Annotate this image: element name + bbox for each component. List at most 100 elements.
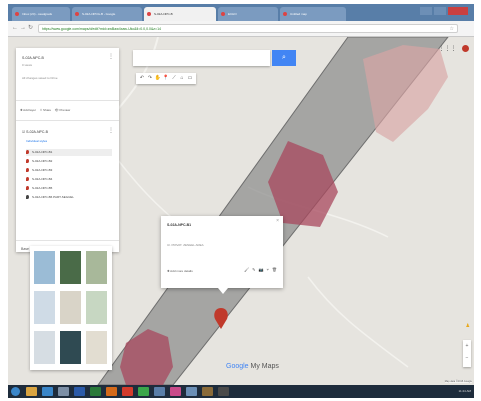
map-views-count: 0 views: [22, 63, 33, 67]
taskbar-notes-app[interactable]: [202, 387, 213, 396]
search-input[interactable]: [133, 50, 270, 66]
layers-panel: S-02A-NPC-B ⋮ 0 views All changes saved …: [16, 48, 119, 252]
system-tray-clock[interactable]: 11:24 AM: [459, 387, 471, 396]
apps-grid-icon[interactable]: ⋮⋮⋮: [438, 46, 456, 52]
marker-pin-icon: [26, 168, 29, 173]
marker-pin-icon: [26, 195, 29, 200]
taskbar-settings-app[interactable]: [218, 387, 229, 396]
undo-button[interactable]: ↶: [138, 73, 146, 84]
measure-button[interactable]: ▭: [186, 73, 194, 84]
base-map-tile-satellite[interactable]: [60, 251, 81, 284]
search-button[interactable]: ⌕: [272, 50, 296, 66]
reload-icon[interactable]: ↻: [28, 25, 33, 32]
add-directions-button[interactable]: ⌂: [178, 73, 186, 84]
tab-favicon-icon: [147, 12, 151, 16]
zoom-control: + −: [463, 340, 471, 367]
base-map-tile-map[interactable]: [34, 251, 55, 284]
avatar[interactable]: [462, 45, 469, 52]
list-item[interactable]: S-02A-NPC-B3: [26, 167, 112, 174]
taskbar-media-app[interactable]: [58, 387, 69, 396]
forward-arrow-icon[interactable]: →: [20, 25, 26, 32]
taskbar-excel-app[interactable]: [90, 387, 101, 396]
base-map-tile-simple-atlas[interactable]: [86, 291, 107, 324]
taskbar-chrome-app[interactable]: [122, 387, 133, 396]
tab-inbox[interactable]: Inbox (24) - ssadgrads: [12, 7, 70, 21]
base-map-picker: [30, 246, 112, 370]
red-polygon-bottom: [120, 329, 173, 385]
list-item[interactable]: S-02A-NPC-B1: [26, 149, 112, 156]
taskbar-word-app[interactable]: [74, 387, 85, 396]
taskbar-outlook-app[interactable]: [106, 387, 117, 396]
taskbar-paint-app[interactable]: [170, 387, 181, 396]
base-map-tile-mono-city[interactable]: [60, 291, 81, 324]
maximize-button[interactable]: [434, 7, 446, 15]
marker-pin-icon: [26, 186, 29, 191]
base-map-tile-terrain[interactable]: [86, 251, 107, 284]
close-window-button[interactable]: [448, 7, 468, 15]
url-field[interactable]: https://www.google.com/maps/d/edit?mid=z…: [38, 24, 458, 33]
save-status: All changes saved to Drive: [22, 76, 58, 80]
pegman-icon[interactable]: ♟: [466, 323, 470, 329]
tab-favicon-icon: [15, 12, 19, 16]
redo-button[interactable]: ↷: [146, 73, 154, 84]
taskbar-files-app[interactable]: [154, 387, 165, 396]
close-icon[interactable]: ×: [276, 219, 279, 224]
map-canvas[interactable]: ⌕ ↶ ↷ ✋ 📍 ⟋ ⌂ ▭ ⋮⋮⋮ S-02A-NPC-B ⋮ 0 views All …: [8, 37, 474, 385]
feature-title[interactable]: S-02A-NPC-B1: [167, 223, 191, 227]
divider: [16, 240, 119, 241]
list-item[interactable]: S-02A-NPC-B6 PART-SEGUEL: [26, 194, 112, 201]
base-map-tile-light-political[interactable]: [34, 291, 55, 324]
tab-favicon-icon: [221, 12, 225, 16]
add-layer-button[interactable]: ✚ Add layer: [20, 108, 36, 112]
base-map-tile-whitewater[interactable]: [86, 331, 107, 364]
tab-untitled-map[interactable]: Untitled map: [280, 7, 346, 21]
base-map-tile-dark-landmass[interactable]: [60, 331, 81, 364]
map-options-menu-icon[interactable]: ⋮: [108, 54, 114, 60]
list-item[interactable]: S-02A-NPC-B4: [26, 176, 112, 183]
taskbar-skype-app[interactable]: [138, 387, 149, 396]
add-details-link[interactable]: ✚ Add more details: [167, 269, 193, 273]
start-button[interactable]: [11, 387, 20, 396]
tab-google-search[interactable]: S-02A-NPCG-B - Google: [72, 7, 142, 21]
directions-icon[interactable]: ⑂: [267, 267, 269, 272]
add-marker-button[interactable]: 📍: [162, 73, 170, 84]
add-photo-icon[interactable]: 📷: [259, 267, 264, 272]
preview-button[interactable]: 👁 Preview: [55, 108, 70, 112]
back-arrow-icon[interactable]: ←: [12, 25, 18, 32]
top-right-controls: ⋮⋮⋮: [438, 45, 469, 54]
google-my-maps-logo: Google My Maps: [226, 363, 279, 370]
layer-name[interactable]: ☑ S-02A-NPC-B: [22, 130, 48, 134]
style-paint-icon[interactable]: 🖌: [244, 267, 249, 272]
feature-description[interactable]: Ul. PRIVAT. ZENEEL AREA: [167, 243, 204, 247]
list-item[interactable]: S-02A-NPC-B5: [26, 185, 112, 192]
pan-hand-button[interactable]: ✋: [154, 73, 162, 84]
zoom-out-button[interactable]: −: [463, 352, 471, 364]
taskbar-explorer-app[interactable]: [186, 387, 197, 396]
tab-echo[interactable]: ECHO: [218, 7, 278, 21]
taskbar-ie-app[interactable]: [42, 387, 53, 396]
layer-style-link[interactable]: Individual styles: [26, 139, 47, 143]
feature-info-window: S-02A-NPC-B1 × Ul. PRIVAT. ZENEEL AREA ✚…: [161, 216, 283, 294]
draw-line-button[interactable]: ⟋: [170, 73, 178, 84]
minimize-button[interactable]: [420, 7, 432, 15]
map-copyright: Map data ©2016 Google: [444, 380, 472, 383]
divider: [16, 100, 119, 101]
search-icon: ⌕: [282, 54, 286, 61]
screenshot-frame: Inbox (24) - ssadgrads S-02A-NPCG-B - Go…: [8, 4, 474, 398]
tab-favicon-icon: [75, 12, 79, 16]
map-title[interactable]: S-02A-NPC-B: [22, 56, 44, 60]
list-item[interactable]: S-02A-NPC-B2: [26, 158, 112, 165]
share-button[interactable]: ⇪ Share: [40, 108, 51, 112]
zoom-in-button[interactable]: +: [463, 340, 471, 352]
base-map-tile-light-landmass[interactable]: [34, 331, 55, 364]
panel-actions: ✚ Add layer ⇪ Share 👁 Preview: [20, 108, 73, 112]
tab-my-maps-active[interactable]: S-02A-NPC-B: [144, 7, 216, 21]
delete-trash-icon[interactable]: 🗑: [272, 267, 277, 272]
info-window-pointer: [218, 288, 228, 294]
marker-pin-icon: [26, 159, 29, 164]
bookmark-star-icon[interactable]: ☆: [450, 25, 454, 32]
taskbar-folder-app[interactable]: [26, 387, 37, 396]
divider: [16, 120, 119, 121]
edit-pencil-icon[interactable]: ✎: [252, 267, 255, 272]
layer-options-menu-icon[interactable]: ⋮: [108, 128, 114, 134]
